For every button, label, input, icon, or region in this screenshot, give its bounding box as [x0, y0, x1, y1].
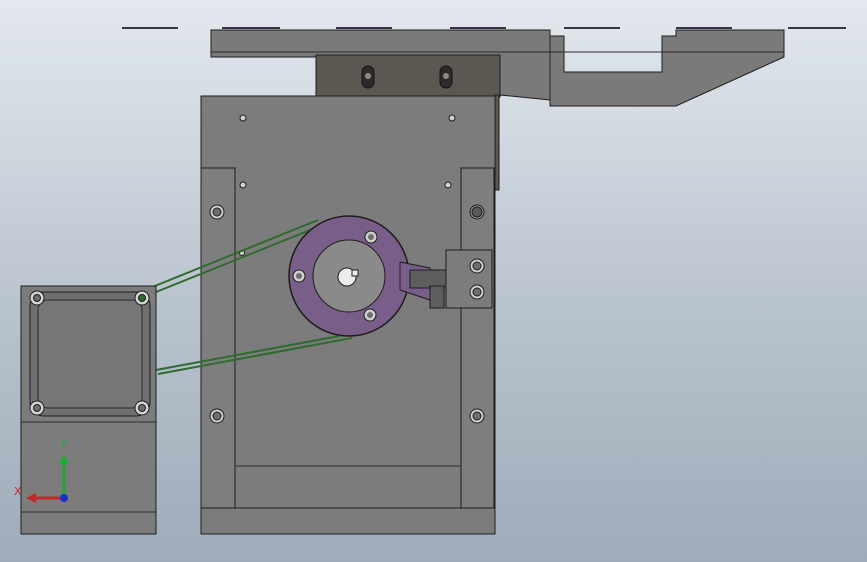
x-axis-label: X — [14, 485, 22, 498]
base-plate-bottom — [200, 507, 496, 535]
plate-side — [494, 94, 500, 191]
clamp-block[interactable] — [445, 249, 493, 309]
cad-model-view[interactable] — [0, 0, 867, 562]
mounting-plate[interactable] — [315, 54, 501, 98]
clamp-bolt — [409, 269, 447, 289]
graphics-viewport[interactable]: Y X — [0, 0, 867, 562]
coordinate-triad: Y X — [14, 438, 74, 508]
y-axis-label: Y — [60, 438, 67, 451]
